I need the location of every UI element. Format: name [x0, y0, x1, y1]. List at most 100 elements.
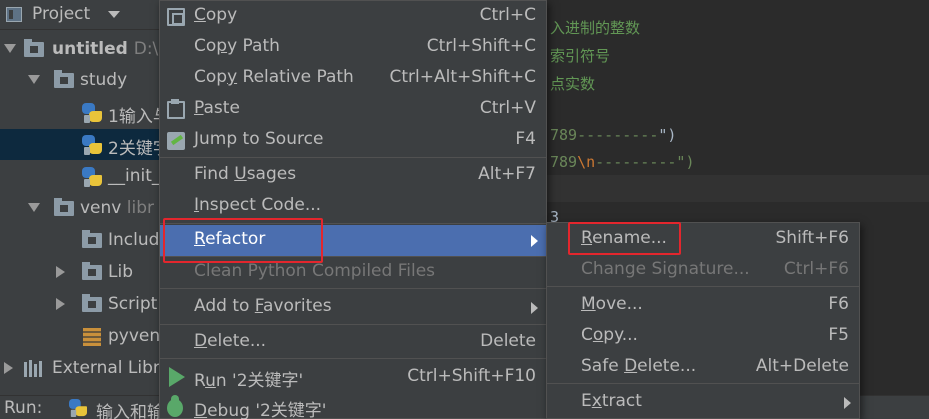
menu-item-label: Copy — [194, 5, 238, 25]
menu-item-label: Paste — [194, 98, 240, 118]
menu-item-add-to-favorites[interactable]: Add to Favorites — [160, 292, 546, 323]
folder-icon — [54, 198, 74, 216]
annotation-box-rename — [568, 222, 681, 255]
project-tool-window: Project untitled D:\ study 1输入与 2关键字 __i… — [0, 0, 160, 395]
menu-item-label: Run '2关键字' — [194, 371, 304, 391]
tree-item-venv[interactable]: venv libr — [0, 193, 160, 224]
tree-item-external-libraries[interactable]: External Libr — [0, 353, 160, 384]
menu-item-label: Inspect Code... — [194, 195, 322, 215]
menu-item-copy[interactable]: Copy Ctrl+C — [160, 1, 546, 32]
project-header[interactable]: Project — [0, 0, 160, 30]
menu-item-find-usages[interactable]: Find Usages Alt+F7 — [160, 160, 546, 191]
tree-item-file-2[interactable]: 2关键字 — [0, 129, 160, 160]
tree-item-file-1[interactable]: 1输入与 — [0, 97, 160, 128]
tree-item-label: study — [80, 70, 128, 90]
menu-item-shortcut: Ctrl+F6 — [783, 259, 849, 279]
tree-item-pyvenv[interactable]: pyven — [0, 321, 160, 352]
tree-item-label: Lib — [108, 262, 133, 282]
python-file-icon — [82, 167, 102, 187]
menu-item-label: Extract — [581, 391, 642, 411]
menu-item-delete[interactable]: Delete... Delete — [160, 327, 546, 358]
menu-item-label: Copy... — [581, 325, 638, 345]
menu-item-label: Debug '2关键字' — [194, 401, 327, 419]
tree-item-label: venv libr — [80, 198, 154, 218]
debug-icon — [167, 395, 183, 417]
project-icon — [6, 7, 22, 22]
folder-icon — [24, 39, 44, 57]
config-file-icon — [83, 328, 101, 346]
submenu-arrow-icon — [531, 235, 538, 247]
tree-item-label: pyven — [108, 326, 160, 346]
menu-item-shortcut: F5 — [828, 325, 849, 345]
menu-separator — [160, 358, 546, 359]
chevron-down-icon[interactable] — [108, 11, 120, 18]
run-icon — [169, 367, 185, 387]
tree-item-include[interactable]: Includ — [0, 225, 160, 256]
run-label: Run: — [4, 398, 43, 418]
menu-separator — [160, 324, 546, 325]
expand-arrow-icon[interactable] — [4, 44, 16, 53]
menu-item-shortcut: Delete — [480, 331, 536, 351]
menu-item-debug[interactable]: Debug '2关键字' — [160, 392, 546, 419]
menu-item-shortcut: Ctrl+Alt+Shift+C — [389, 67, 536, 87]
menu-item-paste[interactable]: Paste Ctrl+V — [160, 94, 546, 125]
tree-item-lib[interactable]: Lib — [0, 257, 160, 288]
annotation-box-refactor — [163, 218, 323, 263]
menu-item-label: Delete... — [194, 331, 267, 351]
menu-item-copy-path[interactable]: Copy Path Ctrl+Shift+C — [160, 32, 546, 63]
folder-icon — [82, 230, 102, 248]
menu-item-change-signature: Change Signature... Ctrl+F6 — [547, 255, 859, 286]
menu-item-shortcut: Alt+F7 — [478, 164, 536, 184]
expand-arrow-icon[interactable] — [28, 203, 40, 212]
menu-item-extract[interactable]: Extract — [547, 387, 859, 418]
tree-item-label: Includ — [108, 230, 160, 250]
context-menu: Copy Ctrl+C Copy Path Ctrl+Shift+C Copy … — [159, 0, 547, 419]
tree-item-scripts[interactable]: Script — [0, 289, 160, 320]
menu-item-shortcut: Shift+F6 — [775, 228, 849, 248]
tree-item-label: 1输入与 — [108, 107, 160, 127]
submenu-arrow-icon — [531, 302, 538, 314]
tree-item-label: __init_ — [108, 166, 160, 186]
folder-icon — [82, 262, 102, 280]
tree-item-label: Script — [108, 294, 158, 314]
menu-item-run[interactable]: Run '2关键字' Ctrl+Shift+F10 — [160, 362, 546, 393]
menu-item-shortcut: Ctrl+Shift+C — [426, 36, 536, 56]
code-line: 入进制的整数 — [550, 19, 641, 37]
project-title: Project — [32, 4, 91, 24]
menu-item-shortcut: F6 — [828, 294, 849, 314]
expand-arrow-icon[interactable] — [28, 75, 40, 84]
menu-item-shortcut: Alt+Delete — [755, 356, 849, 376]
copy-icon — [167, 8, 185, 26]
menu-item-copy-relative-path[interactable]: Copy Relative Path Ctrl+Alt+Shift+C — [160, 63, 546, 94]
tree-item-study[interactable]: study — [0, 65, 160, 96]
menu-item-shortcut: Ctrl+Shift+F10 — [407, 366, 536, 386]
python-file-icon — [69, 399, 87, 417]
menu-item-label: Safe Delete... — [581, 356, 697, 376]
code-line: 789\n---------") — [550, 153, 695, 171]
menu-item-copy-refactor[interactable]: Copy... F5 — [547, 321, 859, 352]
tree-item-untitled[interactable]: untitled D:\ — [0, 34, 160, 65]
submenu-arrow-icon — [844, 397, 851, 409]
tree-item-label: untitled D:\ — [52, 39, 159, 59]
menu-separator — [160, 288, 546, 289]
collapse-arrow-icon[interactable] — [56, 298, 65, 310]
menu-separator — [547, 286, 859, 287]
menu-item-shortcut: F4 — [515, 129, 536, 149]
tree-item-label: External Libr — [52, 358, 160, 378]
menu-item-label: Jump to Source — [194, 129, 324, 149]
tree-item-init[interactable]: __init_ — [0, 161, 160, 192]
menu-item-label: Find Usages — [194, 164, 297, 184]
collapse-arrow-icon[interactable] — [4, 362, 13, 374]
menu-item-jump-to-source[interactable]: Jump to Source F4 — [160, 125, 546, 156]
run-config-tab[interactable]: 输入和输 — [96, 398, 164, 419]
code-line: 789---------") — [550, 126, 677, 144]
menu-item-move[interactable]: Move... F6 — [547, 290, 859, 321]
code-line: 索引符号 — [550, 47, 611, 65]
code-line: 点实数 — [550, 75, 596, 93]
menu-item-safe-delete[interactable]: Safe Delete... Alt+Delete — [547, 352, 859, 383]
library-icon — [24, 360, 46, 377]
tree-item-label: 2关键字 — [108, 139, 160, 159]
collapse-arrow-icon[interactable] — [56, 266, 65, 278]
folder-icon — [82, 294, 102, 312]
menu-item-label: Copy Relative Path — [194, 67, 354, 87]
